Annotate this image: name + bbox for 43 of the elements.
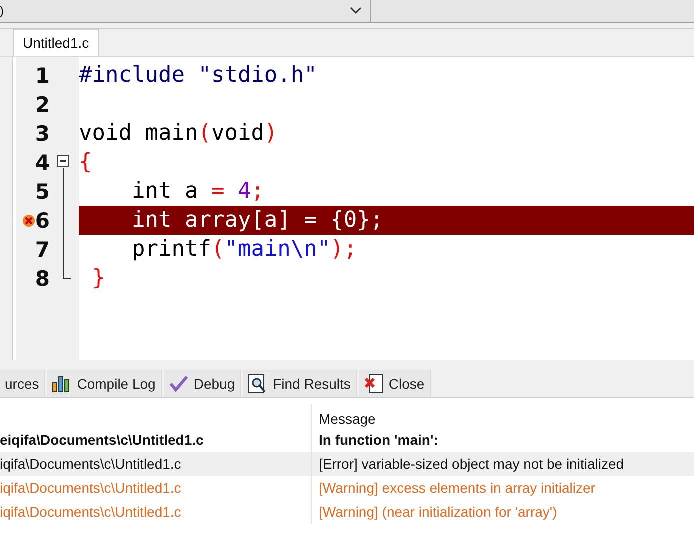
code-text: #include "stdio.h" (79, 63, 318, 88)
tab-label: urces (5, 376, 40, 392)
line-number: 7 (34, 238, 50, 262)
line-number: 8 (34, 266, 50, 290)
panel-tab[interactable]: Debug (164, 370, 242, 397)
code-text: printf (130, 237, 212, 262)
bar-chart-icon (52, 374, 72, 392)
tab-label: Compile Log (77, 376, 156, 392)
code-text: void main (79, 121, 198, 146)
check-icon (168, 374, 189, 392)
code-text: { (79, 150, 92, 175)
code-text: void (211, 121, 264, 146)
tab-label: Find Results (273, 376, 351, 392)
tab-label: Close (388, 376, 425, 392)
line-number: 4 (34, 150, 50, 174)
code-text: ) (264, 121, 278, 146)
line-number: 1 (34, 64, 50, 88)
panel-tab[interactable]: urces (0, 370, 46, 397)
chevron-down-icon (350, 7, 362, 15)
code-text: ); (330, 237, 358, 262)
line-number: 2 (34, 92, 50, 116)
code-text: ; (251, 179, 264, 204)
tab-label: Debug (194, 376, 236, 392)
code-text: int a (130, 179, 200, 204)
panel-tab[interactable]: Compile Log (47, 370, 162, 397)
table-cell: [Error] variable-sized object may not be initialized (311, 452, 694, 476)
close-document-icon (364, 374, 384, 394)
line-number: 6 (34, 208, 50, 232)
document-search-icon (248, 374, 268, 394)
line-number: 3 (34, 122, 50, 146)
code-text: 4 (236, 179, 252, 204)
code-text: int array[a] = {0}; (130, 208, 384, 233)
table-cell: iqifa\Documents\c\Untitled1.c (0, 452, 311, 476)
code-text: ( (198, 121, 212, 146)
fold-toggle[interactable] (57, 155, 69, 167)
code-text: "main\n" (224, 237, 331, 262)
line-number: 5 (34, 180, 50, 204)
code-text: } (91, 266, 106, 291)
panel-tab[interactable]: Close (358, 370, 431, 397)
panel-tab[interactable]: Find Results (243, 370, 357, 397)
file-tab[interactable]: Untitled1.c (13, 29, 100, 56)
code-text: ( (211, 237, 225, 262)
code-text: = (211, 179, 225, 204)
